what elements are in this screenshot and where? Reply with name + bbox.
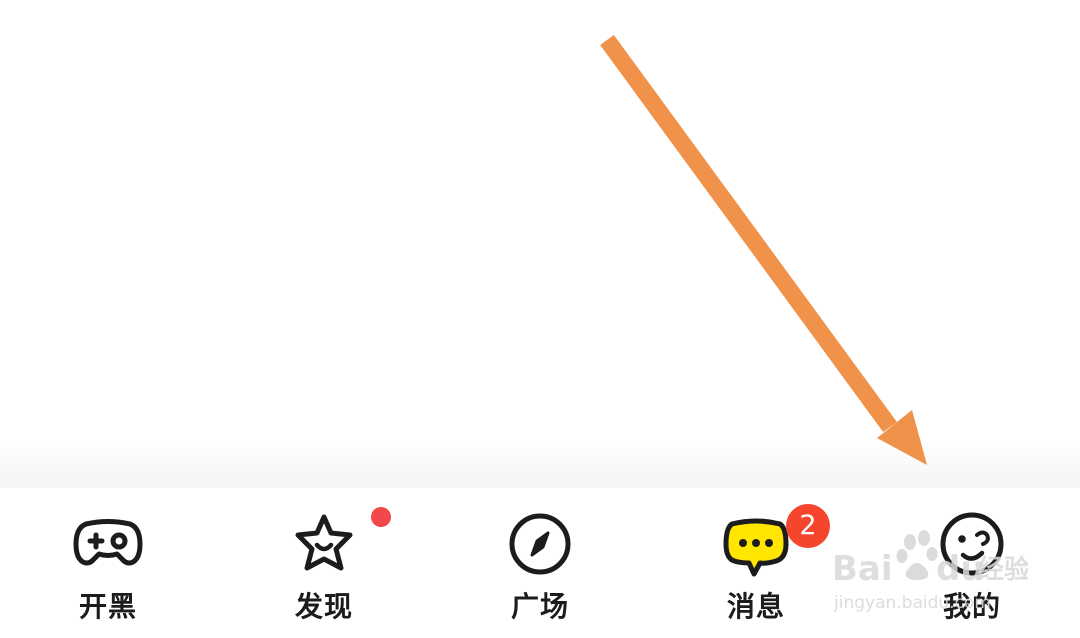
- content-area: [0, 0, 1080, 488]
- tab-label: 广场: [510, 590, 569, 623]
- chat-bubble-icon: [720, 508, 792, 580]
- bottom-nav-bar: 开黑 发现 广场 2 消息 我的: [0, 488, 1080, 638]
- tab-xiaoxi[interactable]: 2 消息: [676, 488, 836, 638]
- unread-count-badge: 2: [786, 504, 830, 548]
- tab-wode[interactable]: 我的: [892, 488, 1052, 638]
- gamepad-icon: [72, 508, 144, 580]
- tab-label: 我的: [942, 590, 1001, 623]
- nav-shadow: [0, 440, 1080, 488]
- face-icon: [936, 508, 1008, 580]
- tab-faxian[interactable]: 发现: [244, 488, 404, 638]
- tab-guangchang[interactable]: 广场: [460, 488, 620, 638]
- tab-label: 开黑: [78, 590, 137, 623]
- compass-icon: [504, 508, 576, 580]
- notification-dot: [371, 507, 391, 527]
- app-screen: 开黑 发现 广场 2 消息 我的 Bai du 经验 jingyan.baidu…: [0, 0, 1080, 638]
- tab-label: 消息: [726, 590, 785, 623]
- tab-label: 发现: [294, 590, 353, 623]
- star-icon: [288, 508, 360, 580]
- tab-kaihei[interactable]: 开黑: [28, 488, 188, 638]
